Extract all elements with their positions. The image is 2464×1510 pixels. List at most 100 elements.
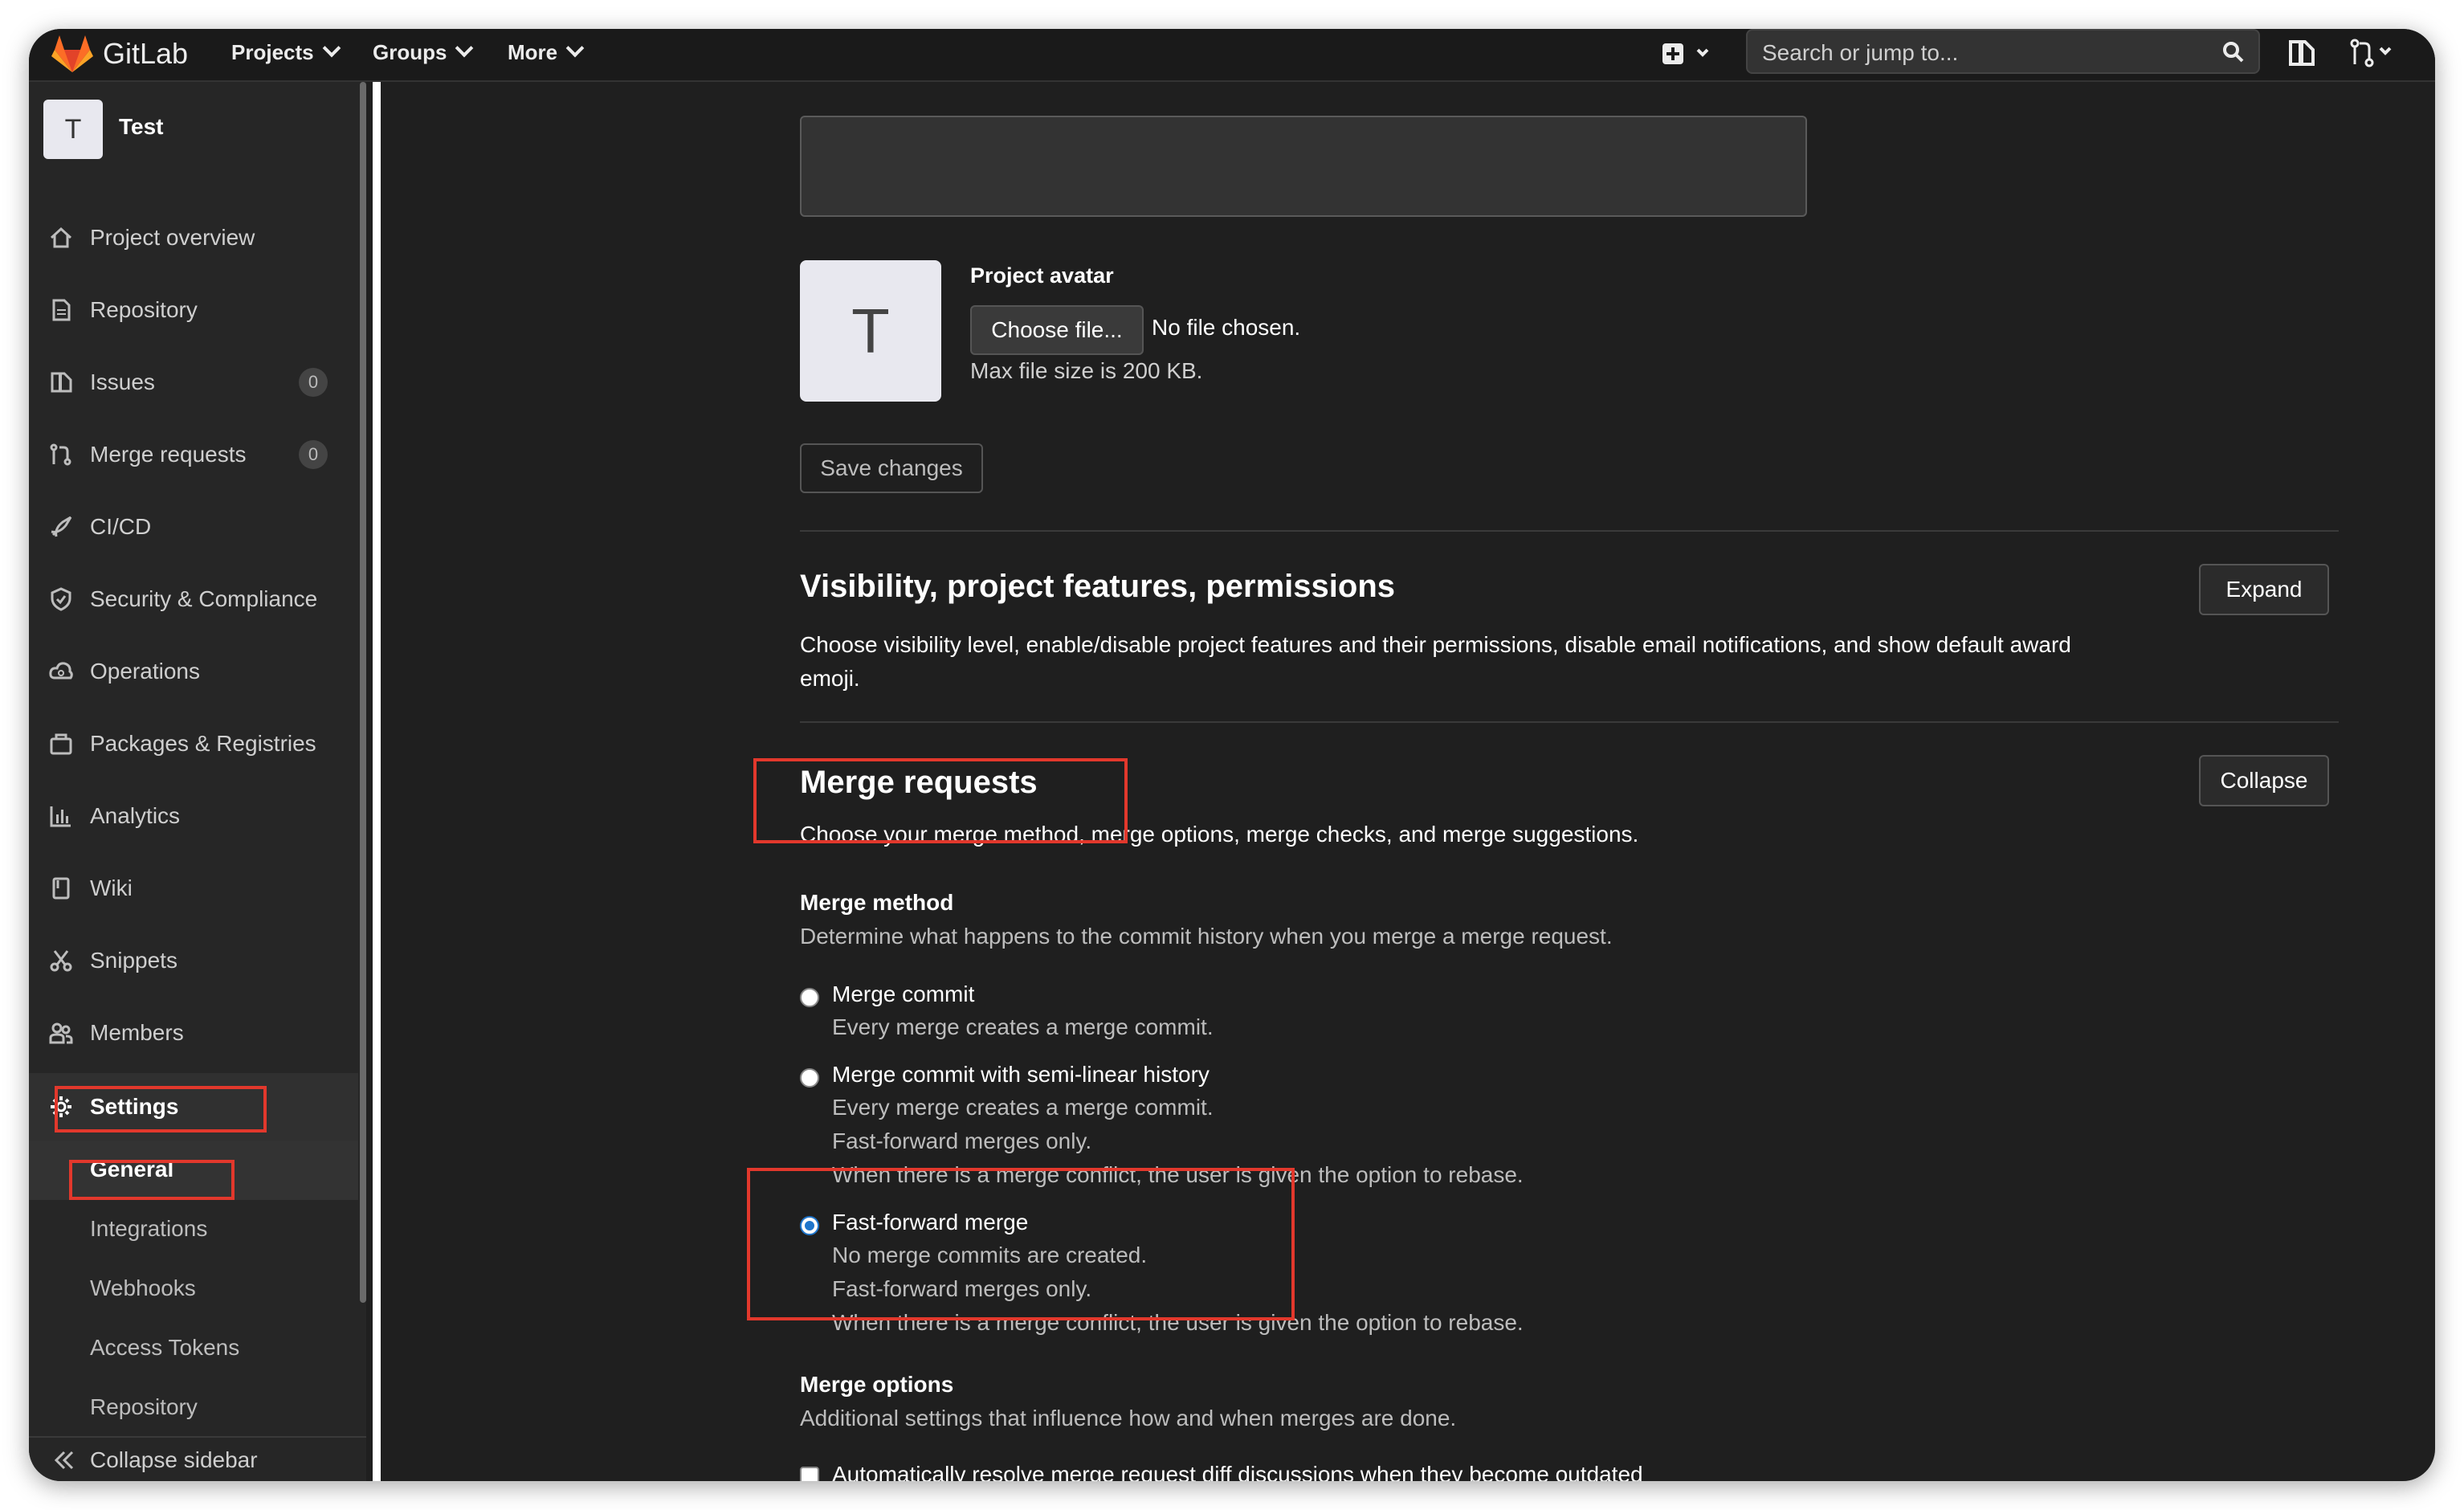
chevron-down-icon (565, 39, 585, 58)
sidebar-item-issues[interactable]: Issues 0 (29, 353, 358, 410)
auto-resolve-label[interactable]: Automatically resolve merge request diff… (832, 1462, 1643, 1481)
project-description-textarea[interactable] (800, 116, 1807, 217)
sidebar-item-label: Analytics (90, 803, 181, 828)
collapse-button[interactable]: Collapse (2199, 755, 2329, 806)
merge-method-help: Determine what happens to the commit his… (800, 924, 1613, 949)
section-divider (800, 721, 2339, 723)
project-name[interactable]: Test (119, 114, 164, 140)
sidebar-item-wiki[interactable]: Wiki (29, 859, 358, 916)
merge-options-help: Additional settings that influence how a… (800, 1406, 1457, 1430)
project-avatar-label: Project avatar (970, 263, 1114, 288)
project-avatar-small[interactable]: T (43, 100, 103, 159)
brand-name[interactable]: GitLab (103, 37, 188, 71)
issues-icon (51, 372, 72, 393)
home-icon (50, 226, 72, 248)
nav-projects-label: Projects (231, 40, 314, 64)
no-file-chosen-text: No file chosen. (1152, 315, 1301, 340)
sidebar-item-label: Repository (90, 297, 198, 322)
auto-resolve-checkbox[interactable] (800, 1467, 819, 1481)
browser-window: GitLab Projects Groups More Search or ju… (29, 29, 2435, 1481)
merge-request-dropdown-icon[interactable] (2348, 37, 2397, 69)
chart-icon (50, 806, 71, 827)
expand-button[interactable]: Expand (2199, 564, 2329, 615)
visibility-section-title: Visibility, project features, permission… (800, 569, 1395, 604)
project-avatar-preview: T (800, 260, 941, 402)
nav-projects-dropdown[interactable]: Projects (231, 39, 341, 65)
collapse-sidebar-label: Collapse sidebar (90, 1447, 258, 1472)
section-divider (800, 530, 2339, 532)
highlight-box-general (69, 1160, 235, 1200)
sidebar-item-label: Project overview (90, 225, 255, 250)
rocket-icon (51, 516, 72, 537)
todo-icon[interactable] (2286, 37, 2318, 69)
sidebar-item-cicd[interactable]: CI/CD (29, 498, 358, 554)
merge-requests-count-badge: 0 (299, 440, 328, 469)
sub-item-label: Integrations (90, 1216, 208, 1241)
radio-merge-commit[interactable] (800, 988, 819, 1007)
settings-sub-item-access-tokens[interactable]: Access Tokens (29, 1319, 358, 1378)
main-content: T Project avatar Choose file... No file … (381, 82, 2435, 1481)
sidebar-item-label: Issues (90, 369, 155, 394)
highlight-box-merge-requests (753, 758, 1128, 843)
search-placeholder: Search or jump to... (1762, 40, 1959, 65)
users-icon (49, 1022, 73, 1044)
plus-square-icon (1662, 43, 1709, 64)
merge-commit-help: Every merge creates a merge commit. (832, 1014, 1214, 1039)
sidebar-item-label: Merge requests (90, 442, 247, 467)
sidebar-item-snippets[interactable]: Snippets (29, 932, 358, 988)
top-navbar: GitLab Projects Groups More Search or ju… (29, 29, 2435, 82)
search-input[interactable]: Search or jump to... (1746, 29, 2260, 74)
left-sidebar: T Test Project overview Repository Issue… (29, 82, 366, 1481)
max-file-size-hint: Max file size is 200 KB. (970, 358, 1203, 383)
shield-icon (51, 587, 71, 611)
settings-sub-item-repository[interactable]: Repository (29, 1378, 358, 1438)
sidebar-item-label: Operations (90, 659, 200, 684)
nav-more-dropdown[interactable]: More (508, 39, 585, 65)
semi-linear-label[interactable]: Merge commit with semi-linear history (832, 1062, 1210, 1088)
issues-count-badge: 0 (299, 368, 328, 397)
book-icon (52, 877, 70, 900)
semi-linear-help-2: Fast-forward merges only. (832, 1128, 1092, 1153)
package-icon (50, 733, 72, 755)
highlight-box-fast-forward (747, 1168, 1295, 1320)
chevron-down-icon (455, 39, 474, 58)
semi-linear-help-1: Every merge creates a merge commit. (832, 1095, 1214, 1120)
cloud-gear-icon (49, 662, 73, 680)
sub-item-label: Repository (90, 1394, 198, 1419)
document-icon (52, 299, 71, 321)
merge-options-heading: Merge options (800, 1372, 954, 1397)
sidebar-item-packages-registries[interactable]: Packages & Registries (29, 715, 358, 771)
save-changes-button[interactable]: Save changes (800, 443, 983, 493)
chevron-down-icon (322, 39, 341, 58)
sidebar-item-label: CI/CD (90, 514, 152, 539)
sub-item-label: Webhooks (90, 1275, 196, 1300)
sidebar-item-security-compliance[interactable]: Security & Compliance (29, 570, 358, 626)
new-item-dropdown[interactable] (1661, 39, 1717, 71)
sidebar-item-label: Packages & Registries (90, 731, 316, 756)
sidebar-item-label: Wiki (90, 875, 133, 900)
nav-groups-label: Groups (373, 40, 447, 64)
sidebar-item-analytics[interactable]: Analytics (29, 787, 358, 843)
sidebar-item-project-overview[interactable]: Project overview (29, 209, 358, 265)
double-chevron-left-icon (54, 1451, 74, 1470)
sub-item-label: Access Tokens (90, 1335, 240, 1360)
merge-commit-label[interactable]: Merge commit (832, 982, 974, 1007)
sidebar-item-operations[interactable]: Operations (29, 643, 358, 699)
settings-sub-item-webhooks[interactable]: Webhooks (29, 1259, 358, 1319)
sidebar-item-label: Members (90, 1020, 184, 1045)
collapse-sidebar-button[interactable]: Collapse sidebar (29, 1436, 366, 1481)
gitlab-logo-icon[interactable] (50, 32, 95, 76)
merge-method-heading: Merge method (800, 890, 954, 915)
sidebar-item-merge-requests[interactable]: Merge requests 0 (29, 426, 358, 482)
choose-file-button[interactable]: Choose file... (970, 305, 1144, 355)
search-icon (2223, 42, 2244, 63)
nav-groups-dropdown[interactable]: Groups (373, 39, 474, 65)
settings-sub-item-integrations[interactable]: Integrations (29, 1200, 358, 1259)
sidebar-item-members[interactable]: Members (29, 1004, 358, 1060)
sidebar-divider (373, 82, 381, 1481)
sidebar-item-repository[interactable]: Repository (29, 281, 358, 337)
sidebar-item-label: Security & Compliance (90, 586, 318, 611)
highlight-box-settings (55, 1086, 267, 1132)
radio-merge-commit-semi-linear[interactable] (800, 1068, 819, 1088)
sidebar-scrollbar[interactable] (360, 82, 366, 1303)
